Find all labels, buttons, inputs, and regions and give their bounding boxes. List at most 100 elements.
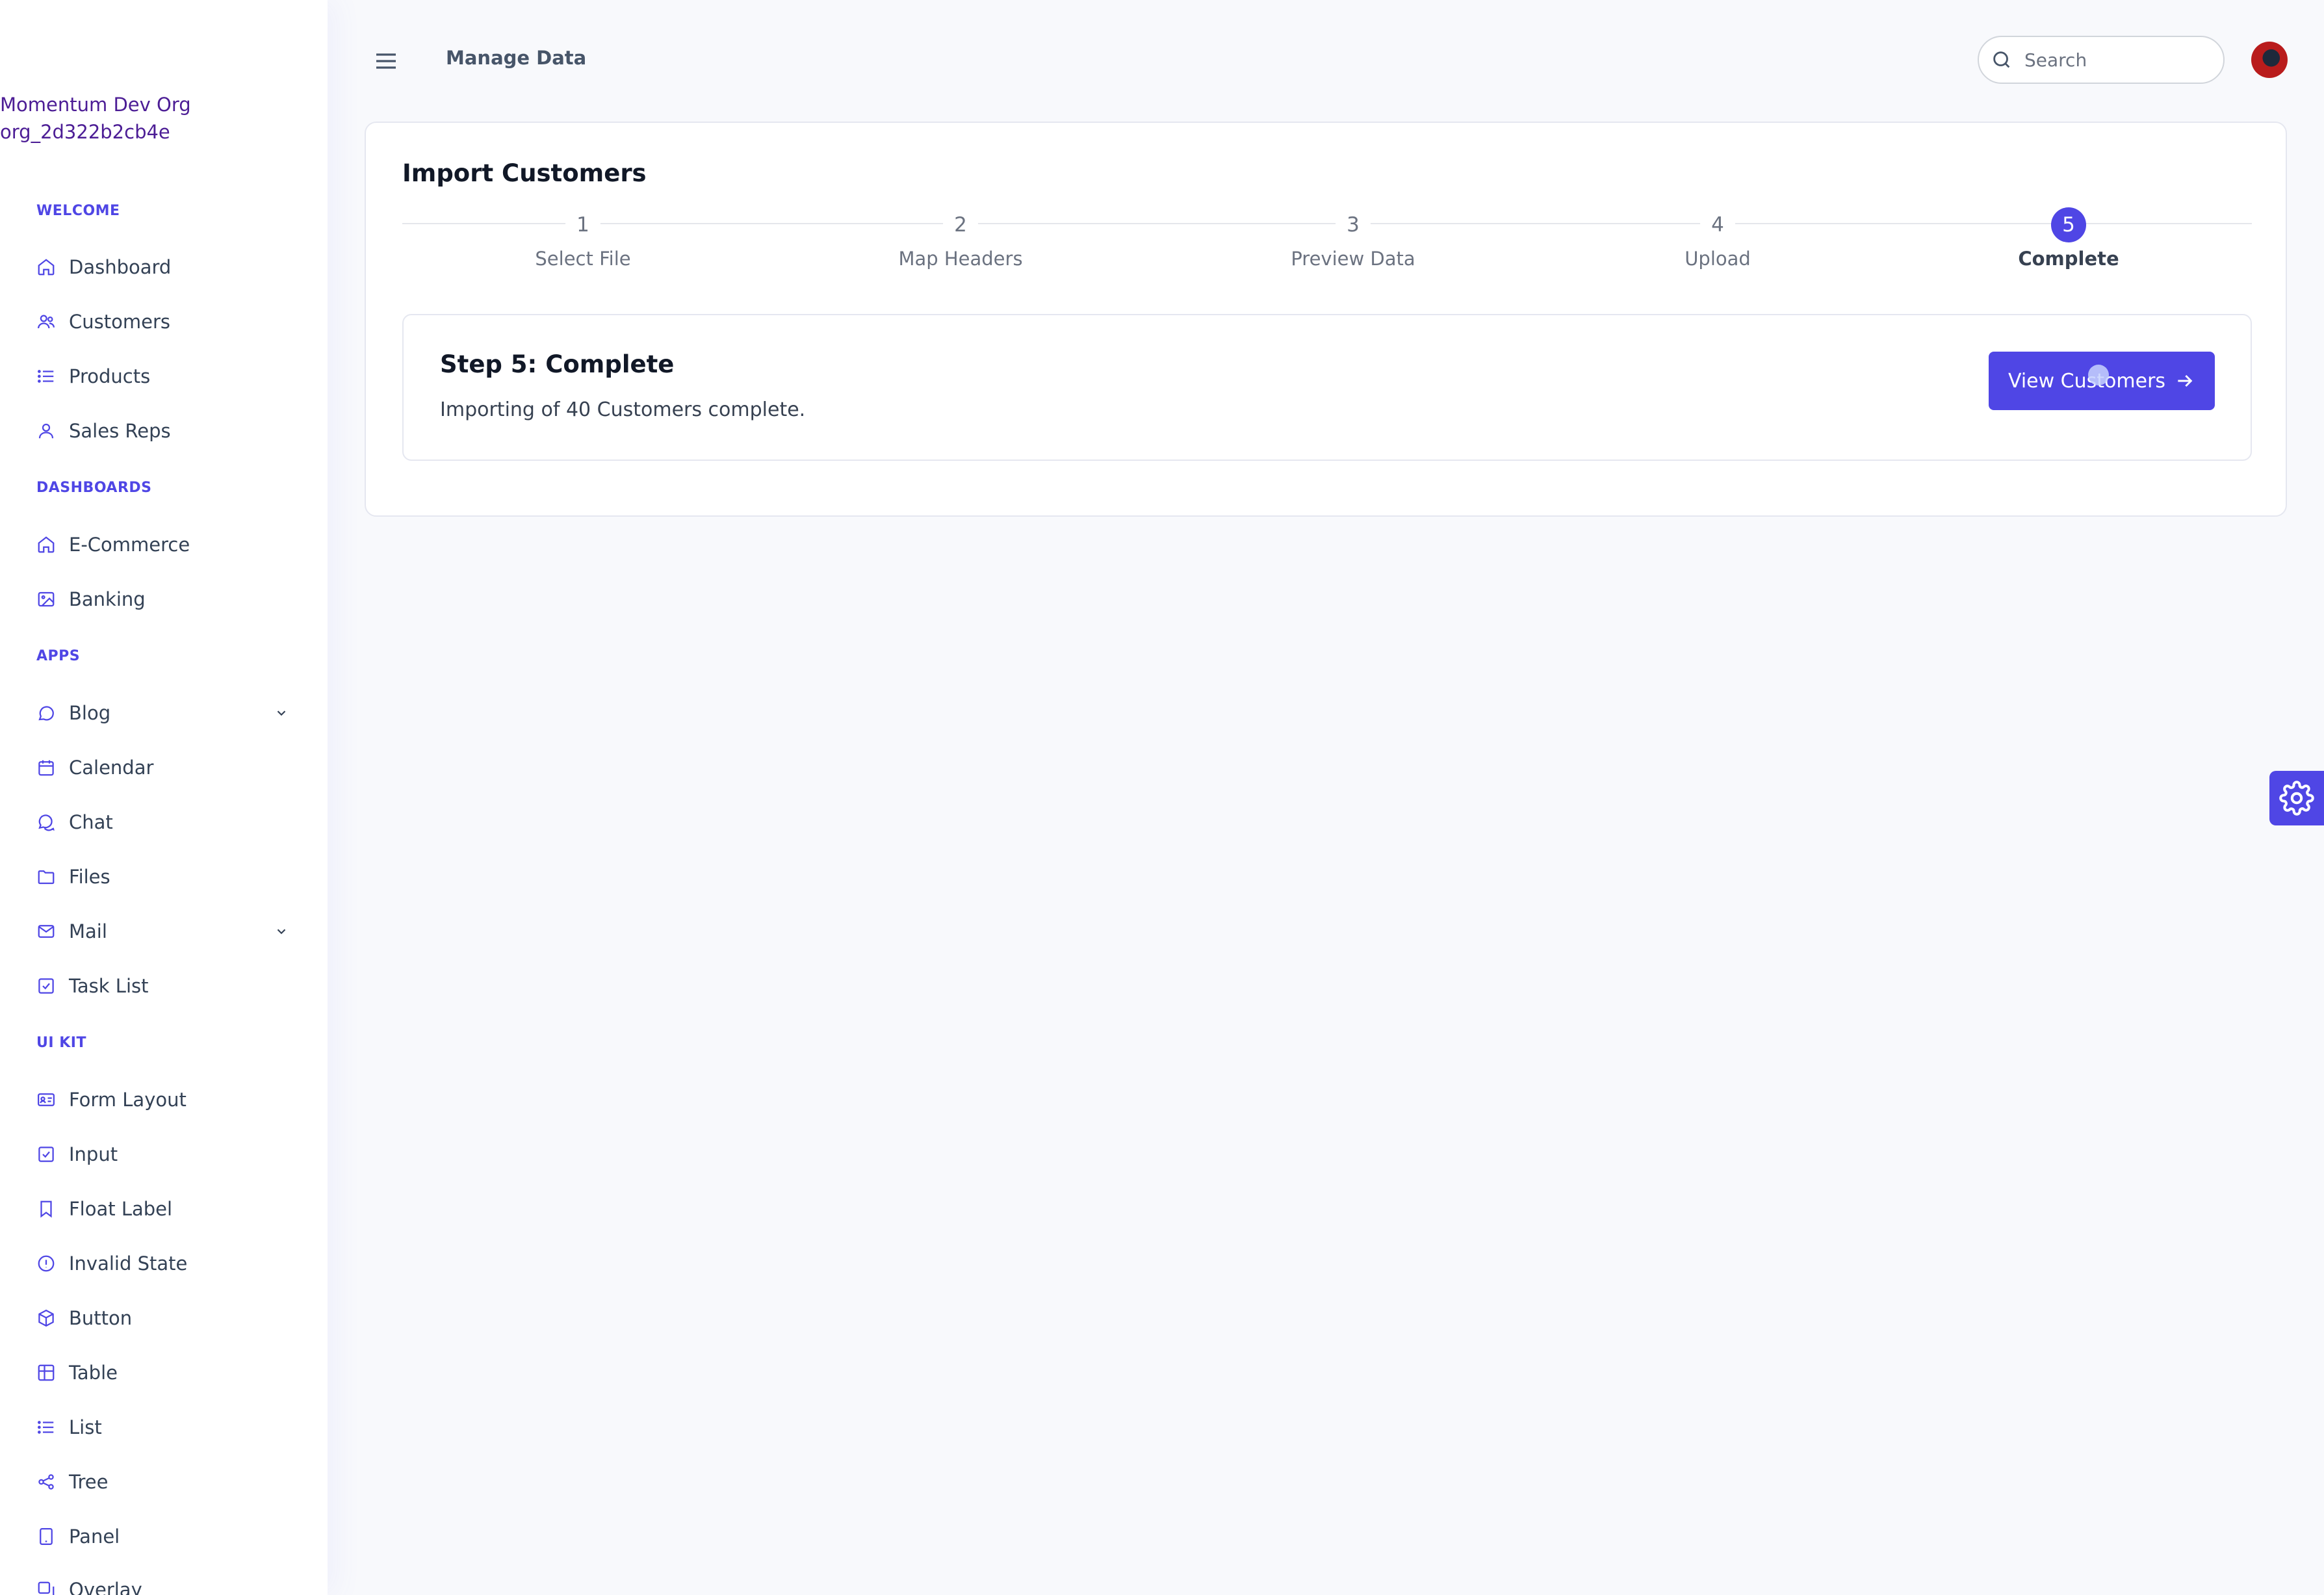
sidebar-item-label: List [69,1416,102,1438]
sidebar-item-chat[interactable]: Chat [36,803,296,842]
sidebar-item-label: Task List [69,975,149,997]
sidebar-item-list[interactable]: List [36,1408,296,1447]
sidebar-item-label: Customers [69,311,170,333]
sidebar-item-label: Blog [69,702,111,724]
sidebar-item-input[interactable]: Input [36,1135,296,1174]
page-title: Manage Data [446,47,587,69]
step-1[interactable]: 1 Select File [479,207,687,270]
sidebar-item-invalid-state[interactable]: Invalid State [36,1244,296,1283]
org-id: org_2d322b2cb4e [0,121,170,143]
share-icon [38,1474,54,1490]
sidebar-item-label: Calendar [69,757,154,779]
button-label: View Customers [2008,369,2166,393]
sidebar-item-panel[interactable]: Panel [36,1517,296,1556]
sidebar-item-blog[interactable]: Blog [36,694,296,733]
sidebar-item-task-list[interactable]: Task List [36,966,296,1005]
step-3[interactable]: 3 Preview Data [1249,207,1457,270]
step-number: 2 [943,207,978,242]
cursor-indicator [2088,365,2109,385]
check-square-icon [38,1147,54,1162]
sidebar-item-label: Files [69,866,110,888]
sidebar-item-label: Banking [69,588,146,610]
list-icon [38,370,54,383]
chevron-down-icon [277,929,286,935]
search-icon [1993,51,2010,68]
sidebar-item-label: Input [69,1143,118,1165]
sidebar-item-label: E-Commerce [69,534,190,556]
section-apps: APPS [36,648,81,664]
bookmark-icon [40,1200,52,1218]
user-icon [38,423,54,439]
search-box[interactable] [1978,36,2225,84]
step-label: Select File [535,248,631,270]
sidebar-item-label: Mail [69,920,107,942]
sidebar-item-sales-reps[interactable]: Sales Reps [36,411,296,450]
sidebar-item-products[interactable]: Products [36,357,296,396]
folder-icon [38,870,55,885]
sidebar-item-mail[interactable]: Mail [36,912,296,951]
step-number: 5 [2051,207,2086,242]
org-info: Momentum Dev Org org_2d322b2cb4e [0,91,191,146]
sidebar-item-label: Chat [69,811,113,833]
sidebar-item-label: Panel [69,1525,120,1548]
sidebar-item-tree[interactable]: Tree [36,1462,296,1501]
sidebar-item-label: Button [69,1307,133,1329]
sidebar-item-overlay[interactable]: Overlay [36,1570,296,1595]
home-icon [38,259,55,276]
menu-icon[interactable] [373,48,399,74]
section-uikit: UI KIT [36,1035,86,1051]
check-square-icon [38,978,54,994]
org-name: Momentum Dev Org [0,94,191,116]
calendar-icon [38,760,54,776]
arrow-right-icon [2178,374,2193,387]
search-input[interactable] [2023,48,2214,71]
gear-icon [2279,781,2314,816]
sidebar: Momentum Dev Org org_2d322b2cb4e WELCOME… [0,0,328,1595]
sidebar-item-float-label[interactable]: Float Label [36,1189,296,1228]
sidebar-item-table[interactable]: Table [36,1353,296,1392]
import-card: Import Customers 1 Select File 2 Map Hea… [365,122,2287,517]
section-welcome: WELCOME [36,203,120,219]
avatar[interactable] [2251,42,2288,78]
box-icon [38,1309,54,1327]
sidebar-item-label: Table [69,1362,118,1384]
step-number: 4 [1700,207,1735,242]
card-title: Import Customers [402,159,647,187]
sidebar-item-label: Invalid State [69,1252,188,1275]
chat-icon [38,814,55,831]
sidebar-item-calendar[interactable]: Calendar [36,748,296,787]
step-panel-message: Importing of 40 Customers complete. [440,398,806,421]
id-card-icon [38,1093,55,1106]
mail-icon [38,925,55,938]
step-5[interactable]: 5 Complete [1965,207,2173,270]
step-2[interactable]: 2 Map Headers [857,207,1065,270]
comment-icon [38,706,54,721]
step-label: Map Headers [898,248,1023,270]
sidebar-item-dashboard[interactable]: Dashboard [36,248,296,287]
section-dashboards: DASHBOARDS [36,480,152,496]
step-number: 3 [1336,207,1371,242]
sidebar-item-ecommerce[interactable]: E-Commerce [36,525,296,564]
step-label: Upload [1685,248,1751,270]
step-4[interactable]: 4 Upload [1614,207,1822,270]
sidebar-item-label: Overlay [69,1579,142,1595]
sidebar-item-banking[interactable]: Banking [36,580,296,619]
sidebar-item-label: Products [69,365,151,387]
users-icon [38,315,55,329]
tablet-icon [40,1528,53,1545]
sidebar-item-button[interactable]: Button [36,1299,296,1338]
sidebar-item-label: Form Layout [69,1089,187,1111]
table-icon [38,1364,55,1381]
sidebar-item-label: Sales Reps [69,420,171,442]
sidebar-item-files[interactable]: Files [36,857,296,896]
settings-button[interactable] [2269,771,2324,825]
exclamation-circle-icon [38,1255,55,1272]
sidebar-item-form-layout[interactable]: Form Layout [36,1080,296,1119]
list-icon [38,1421,54,1434]
step-number: 1 [565,207,600,242]
sidebar-item-customers[interactable]: Customers [36,302,296,341]
step-panel-title: Step 5: Complete [440,350,675,378]
step-label: Complete [2018,248,2119,270]
step-label: Preview Data [1291,248,1415,270]
sidebar-item-label: Tree [69,1471,109,1493]
